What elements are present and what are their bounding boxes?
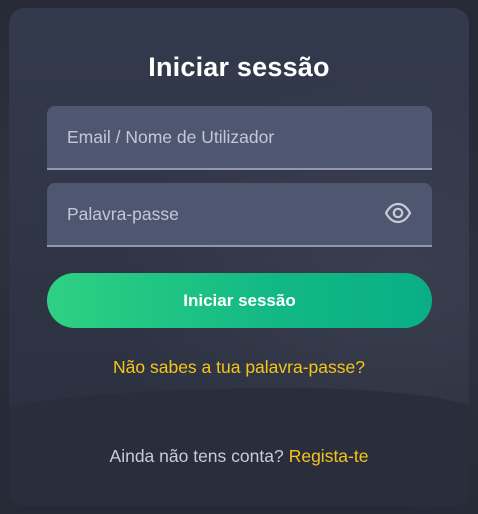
eye-icon[interactable]	[384, 202, 412, 224]
login-modal: Iniciar sessão Iniciar sessão Não sabes …	[9, 8, 469, 506]
signup-question: Ainda não tens conta?	[109, 446, 284, 466]
forgot-password-link[interactable]: Não sabes a tua palavra-passe?	[9, 357, 469, 378]
modal-title: Iniciar sessão	[148, 52, 330, 82]
signup-prompt: Ainda não tens conta? Regista-te	[9, 446, 469, 467]
password-input[interactable]	[47, 183, 432, 245]
login-button[interactable]: Iniciar sessão	[47, 273, 432, 328]
register-link[interactable]: Regista-te	[289, 446, 369, 466]
email-input[interactable]	[47, 106, 432, 168]
password-field-container	[47, 183, 432, 247]
email-field-container	[47, 106, 432, 170]
